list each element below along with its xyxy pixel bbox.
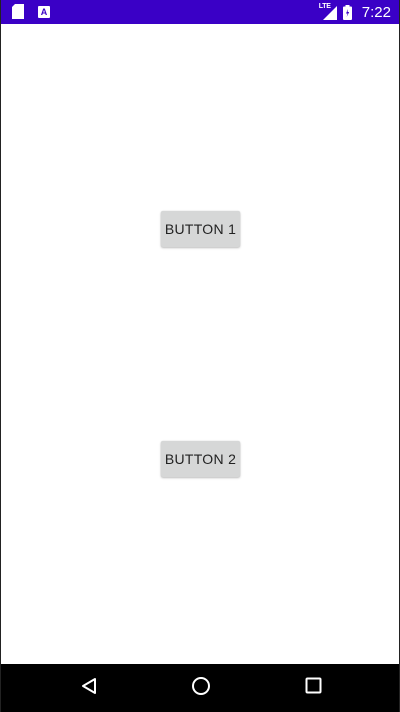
recents-icon	[305, 677, 322, 699]
nav-recents-button[interactable]	[283, 664, 343, 712]
a-notification-icon: A	[38, 6, 50, 18]
lte-signal-icon: LTE	[319, 3, 337, 20]
home-icon	[191, 676, 211, 701]
status-left-icons: A	[12, 4, 50, 19]
back-icon	[80, 677, 98, 700]
status-right-icons: LTE 7:22	[319, 2, 391, 22]
nav-back-button[interactable]	[59, 664, 119, 712]
nav-home-button[interactable]	[171, 664, 231, 712]
battery-icon	[342, 4, 352, 20]
status-bar: A LTE 7:22	[1, 0, 399, 24]
app-screen: A LTE 7:22 BUTTON 1 BUTTON 2	[0, 0, 400, 712]
status-clock: 7:22	[361, 3, 391, 21]
button-1[interactable]: BUTTON 1	[161, 211, 240, 247]
button-2[interactable]: BUTTON 2	[161, 441, 240, 477]
sd-card-icon	[12, 4, 24, 19]
navigation-bar	[1, 664, 399, 712]
